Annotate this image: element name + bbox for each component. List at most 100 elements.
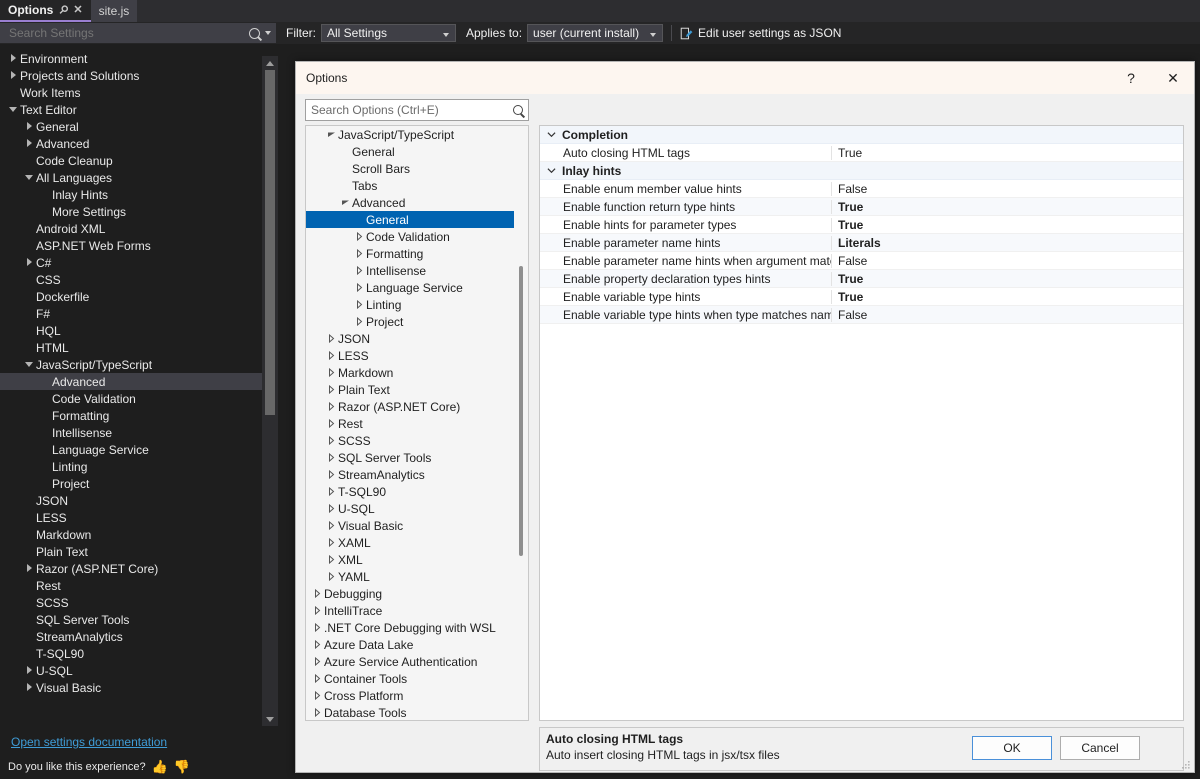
settings-tree-item-linting[interactable]: Linting (0, 458, 262, 475)
options-tree-item-sql-server-tools[interactable]: SQL Server Tools (306, 449, 514, 466)
chevron-down-icon[interactable] (22, 360, 36, 369)
chevron-right-icon[interactable] (310, 657, 324, 666)
options-tree-item-plain-text[interactable]: Plain Text (306, 381, 514, 398)
options-tree-item-xml[interactable]: XML (306, 551, 514, 568)
search-settings-input[interactable] (5, 26, 249, 40)
options-tree-item-net-core-debugging-with-wsl[interactable]: .NET Core Debugging with WSL (306, 619, 514, 636)
grid-row[interactable]: Auto closing HTML tags True (540, 144, 1183, 162)
grid-row-value[interactable]: False (831, 253, 1183, 268)
settings-tree-item-sql-server-tools[interactable]: SQL Server Tools (0, 611, 262, 628)
chevron-right-icon[interactable] (324, 334, 338, 343)
settings-tree-item-t-sql90[interactable]: T-SQL90 (0, 645, 262, 662)
chevron-right-icon[interactable] (324, 402, 338, 411)
options-tree-scrollbar[interactable] (514, 126, 528, 720)
chevron-right-icon[interactable] (324, 436, 338, 445)
tab-site-js[interactable]: site.js (90, 0, 138, 22)
options-tree-item-xaml[interactable]: XAML (306, 534, 514, 551)
chevron-down-icon[interactable] (6, 105, 20, 114)
settings-tree-item-formatting[interactable]: Formatting (0, 407, 262, 424)
chevron-right-icon[interactable] (22, 121, 36, 132)
scroll-down-arrow-icon[interactable] (262, 712, 278, 726)
chevron-right-icon[interactable] (310, 708, 324, 717)
applies-to-dropdown[interactable]: user (current install) (527, 24, 664, 42)
settings-tree-item-more-settings[interactable]: More Settings (0, 203, 262, 220)
settings-tree-item-css[interactable]: CSS (0, 271, 262, 288)
grid-row-value[interactable]: True (831, 289, 1183, 304)
grid-row[interactable]: Enable parameter name hints Literals (540, 234, 1183, 252)
chevron-right-icon[interactable] (310, 606, 324, 615)
settings-tree-scrollbar[interactable] (262, 56, 278, 726)
options-tree-item-javascript-typescript[interactable]: JavaScript/TypeScript (306, 126, 514, 143)
settings-tree-item-u-sql[interactable]: U-SQL (0, 662, 262, 679)
settings-tree-item-code-cleanup[interactable]: Code Cleanup (0, 152, 262, 169)
search-icon[interactable] (249, 27, 260, 39)
options-tree-item-general[interactable]: General (306, 211, 514, 228)
options-search-input[interactable] (311, 103, 513, 117)
chevron-right-icon[interactable] (352, 300, 366, 309)
chevron-right-icon[interactable] (310, 640, 324, 649)
pin-icon[interactable]: ⚲ (57, 3, 71, 17)
settings-tree-item-javascript-typescript[interactable]: JavaScript/TypeScript (0, 356, 262, 373)
settings-tree-item-projects-and-solutions[interactable]: Projects and Solutions (0, 67, 262, 84)
scrollbar-thumb[interactable] (265, 70, 275, 415)
settings-tree-item-streamanalytics[interactable]: StreamAnalytics (0, 628, 262, 645)
search-icon[interactable] (513, 105, 523, 115)
chevron-right-icon[interactable] (22, 138, 36, 149)
chevron-right-icon[interactable] (324, 504, 338, 513)
options-tree-item-cross-platform[interactable]: Cross Platform (306, 687, 514, 704)
grid-row[interactable]: Enable enum member value hints False (540, 180, 1183, 198)
options-tree-item-debugging[interactable]: Debugging (306, 585, 514, 602)
scroll-up-arrow-icon[interactable] (262, 56, 278, 70)
options-tree-item-intellitrace[interactable]: IntelliTrace (306, 602, 514, 619)
chevron-down-icon[interactable] (540, 165, 562, 177)
chevron-right-icon[interactable] (324, 487, 338, 496)
close-icon[interactable]: ✕ (73, 4, 82, 16)
chevron-down-icon[interactable] (646, 26, 660, 40)
options-tree-item-rest[interactable]: Rest (306, 415, 514, 432)
options-tree-item-code-validation[interactable]: Code Validation (306, 228, 514, 245)
grid-row-value[interactable]: True (831, 271, 1183, 286)
options-tree-item-razor-asp-net-core[interactable]: Razor (ASP.NET Core) (306, 398, 514, 415)
cancel-button[interactable]: Cancel (1060, 736, 1140, 760)
chevron-right-icon[interactable] (6, 53, 20, 64)
chevron-right-icon[interactable] (352, 249, 366, 258)
options-tree-item-language-service[interactable]: Language Service (306, 279, 514, 296)
chevron-right-icon[interactable] (324, 572, 338, 581)
settings-tree-item-android-xml[interactable]: Android XML (0, 220, 262, 237)
settings-navigation-tree[interactable]: Environment Projects and Solutions Work It… (0, 50, 262, 726)
chevron-right-icon[interactable] (324, 470, 338, 479)
search-settings-box[interactable] (0, 23, 276, 43)
chevron-right-icon[interactable] (352, 317, 366, 326)
options-tree-item-project[interactable]: Project (306, 313, 514, 330)
grid-row[interactable]: Enable function return type hints True (540, 198, 1183, 216)
options-tree-item-markdown[interactable]: Markdown (306, 364, 514, 381)
scrollbar-thumb[interactable] (519, 266, 523, 556)
options-search-box[interactable] (305, 99, 529, 121)
settings-tree-item-less[interactable]: LESS (0, 509, 262, 526)
chevron-right-icon[interactable] (324, 419, 338, 428)
chevron-down-icon[interactable] (439, 26, 453, 40)
settings-tree-item-advanced[interactable]: Advanced (0, 135, 262, 152)
chevron-right-icon[interactable] (324, 351, 338, 360)
settings-tree-item-json[interactable]: JSON (0, 492, 262, 509)
chevron-right-icon[interactable] (310, 623, 324, 632)
settings-tree-item-project[interactable]: Project (0, 475, 262, 492)
settings-tree-item-asp-net-web-forms[interactable]: ASP.NET Web Forms (0, 237, 262, 254)
filter-dropdown[interactable]: All Settings (321, 24, 456, 42)
settings-tree-item-advanced[interactable]: Advanced (0, 373, 262, 390)
grid-row-value[interactable]: False (831, 181, 1183, 196)
grid-row-value[interactable]: False (831, 307, 1183, 322)
chevron-right-icon[interactable] (324, 555, 338, 564)
settings-tree-item-all-languages[interactable]: All Languages (0, 169, 262, 186)
settings-tree-item-environment[interactable]: Environment (0, 50, 262, 67)
edit-user-settings-json-button[interactable]: Edit user settings as JSON (680, 26, 841, 40)
options-tree-item-streamanalytics[interactable]: StreamAnalytics (306, 466, 514, 483)
options-category-tree[interactable]: JavaScript/TypeScript General Scroll Bars T… (305, 125, 529, 721)
chevron-right-icon[interactable] (22, 563, 36, 574)
chevron-down-icon[interactable] (22, 173, 36, 182)
options-tree-item-azure-data-lake[interactable]: Azure Data Lake (306, 636, 514, 653)
chevron-down-icon[interactable] (540, 129, 562, 141)
settings-tree-item-language-service[interactable]: Language Service (0, 441, 262, 458)
chevron-right-icon[interactable] (352, 283, 366, 292)
grid-row[interactable]: Enable property declaration types hints T… (540, 270, 1183, 288)
